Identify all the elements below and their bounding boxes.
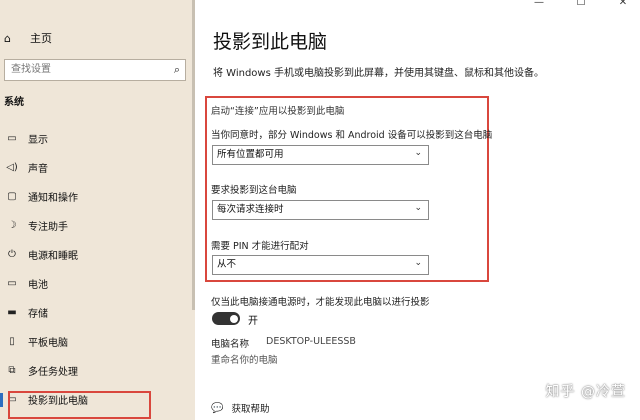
sidebar-item-label: 电源和睡眠 (28, 251, 78, 262)
sidebar-item-label: 电池 (28, 280, 48, 291)
notification-icon: ▢ (7, 191, 17, 202)
main-content: 投影到此电脑 将 Windows 手机或电脑投影到此屏幕，并使用其键盘、鼠标和其… (195, 0, 640, 420)
request-dropdown[interactable]: 每次请求连接时 ⌄ (212, 200, 429, 220)
pin-label: 需要 PIN 才能进行配对 (211, 241, 309, 252)
display-icon: ▭ (7, 133, 17, 144)
sidebar-item-label: 多任务处理 (28, 367, 78, 378)
sidebar-item-display[interactable]: ▭ 显示 (0, 124, 195, 153)
sidebar-nav: ▭ 显示 ◁) 声音 ▢ 通知和操作 ☽ 专注助手 ⏻ 电源和睡眠 ▭ 电池 ▬… (0, 124, 195, 414)
pc-name-label: 电脑名称 (211, 339, 250, 350)
power-only-label: 仅当此电脑接通电源时，才能发现此电脑以进行投影 (211, 297, 430, 308)
toggle-state-label: 开 (248, 316, 258, 327)
request-label: 要求投影到这台电脑 (211, 185, 297, 196)
sidebar-home[interactable]: ⌂ 主页 (4, 30, 52, 46)
availability-label: 当你同意时，部分 Windows 和 Android 设备可以投影到这台电脑 (211, 130, 493, 141)
sidebar-item-sound[interactable]: ◁) 声音 (0, 153, 195, 182)
page-description: 将 Windows 手机或电脑投影到此屏幕，并使用其键盘、鼠标和其他设备。 (213, 68, 544, 79)
search-input[interactable]: 查找设置 ⌕ (4, 59, 186, 81)
sidebar-item-focus-assist[interactable]: ☽ 专注助手 (0, 211, 195, 240)
sound-icon: ◁) (6, 162, 18, 173)
availability-value: 所有位置都可用 (217, 149, 284, 160)
active-indicator (0, 393, 3, 407)
get-help-label: 获取帮助 (231, 404, 270, 415)
help-chat-icon: 💬 (211, 402, 224, 414)
home-label: 主页 (30, 32, 52, 45)
storage-icon: ▬ (7, 307, 17, 318)
search-placeholder: 查找设置 (11, 64, 51, 75)
sidebar-item-battery[interactable]: ▭ 电池 (0, 269, 195, 298)
sidebar-highlight-box (8, 391, 151, 419)
battery-icon: ▭ (7, 278, 17, 289)
request-value: 每次请求连接时 (217, 204, 284, 215)
chevron-down-icon: ⌄ (414, 203, 422, 213)
chevron-down-icon: ⌄ (414, 258, 422, 268)
sidebar: ⌂ 主页 查找设置 ⌕ 系统 ▭ 显示 ◁) 声音 ▢ 通知和操作 ☽ 专注助手… (0, 0, 195, 420)
pin-dropdown[interactable]: 从不 ⌄ (212, 255, 429, 275)
power-icon: ⏻ (8, 249, 16, 260)
sidebar-item-label: 显示 (28, 135, 48, 146)
availability-dropdown[interactable]: 所有位置都可用 ⌄ (212, 145, 429, 165)
search-icon[interactable]: ⌕ (174, 60, 180, 80)
sidebar-item-multitasking[interactable]: ⧉ 多任务处理 (0, 356, 195, 385)
sidebar-item-label: 声音 (28, 164, 48, 175)
rename-pc-link[interactable]: 重命名你的电脑 (211, 352, 278, 366)
get-help-link[interactable]: 💬 获取帮助 (211, 401, 270, 416)
page-title: 投影到此电脑 (213, 31, 328, 53)
sidebar-item-label: 存储 (28, 309, 48, 320)
sidebar-item-label: 专注助手 (28, 222, 68, 233)
sidebar-item-label: 平板电脑 (28, 338, 68, 349)
sidebar-item-label: 通知和操作 (28, 193, 78, 204)
sidebar-item-notifications[interactable]: ▢ 通知和操作 (0, 182, 195, 211)
sidebar-item-tablet[interactable]: ▯ 平板电脑 (0, 327, 195, 356)
connect-app-hint: 启动“连接”应用以投影到此电脑 (211, 106, 345, 117)
watermark: 知乎 @冷萱 (545, 384, 626, 400)
pin-value: 从不 (217, 259, 237, 270)
pc-name-value: DESKTOP-ULEESSB (266, 336, 356, 347)
sidebar-item-power[interactable]: ⏻ 电源和睡眠 (0, 240, 195, 269)
chevron-down-icon: ⌄ (414, 148, 422, 158)
sidebar-item-storage[interactable]: ▬ 存储 (0, 298, 195, 327)
power-only-toggle[interactable] (212, 312, 240, 325)
focus-assist-icon: ☽ (7, 220, 17, 231)
multitasking-icon: ⧉ (8, 365, 16, 376)
toggle-knob (230, 314, 238, 323)
section-label: 系统 (4, 97, 24, 108)
tablet-icon: ▯ (9, 336, 15, 347)
home-icon: ⌂ (4, 31, 11, 45)
